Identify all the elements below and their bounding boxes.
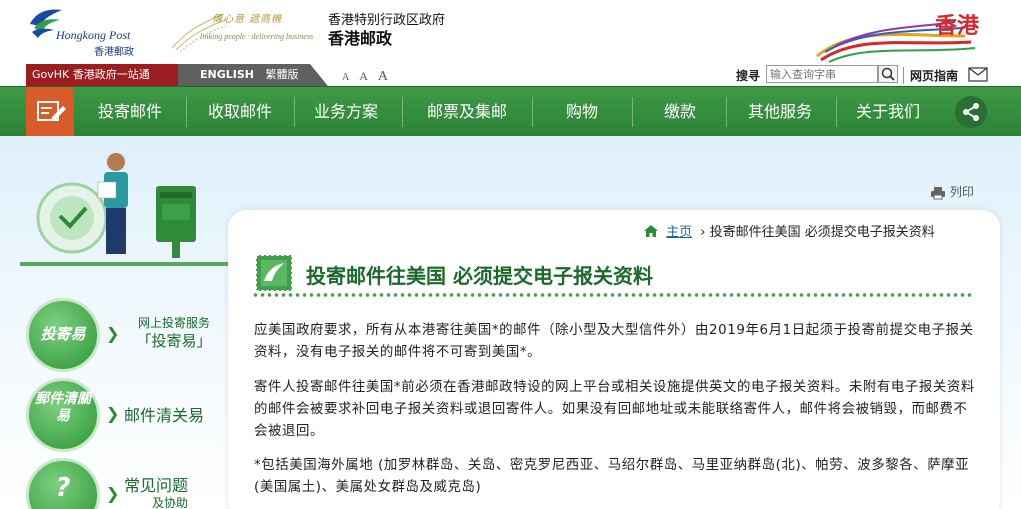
hero-divider	[20, 262, 230, 266]
customs-badge-text: 郵件清關易	[35, 391, 91, 424]
brand-hk-text: 香港	[934, 14, 979, 39]
printer-icon	[931, 186, 945, 199]
site-header: Hongkong Post 香港郵政 傳心意 遞商機 linking peopl…	[0, 0, 1021, 66]
hero-illustration	[20, 140, 230, 266]
faq-badge: ?	[26, 458, 100, 509]
gov-title-line2: 香港邮政	[328, 29, 393, 48]
edit-icon	[37, 101, 66, 121]
easy-post-text: 网上投寄服务 「投寄易」	[124, 314, 224, 350]
lang-traditional-link[interactable]: 繁體版	[265, 68, 298, 81]
search-button[interactable]	[878, 65, 898, 83]
gov-title-line1: 香港特别行政区政府	[328, 13, 446, 28]
nav-about-us[interactable]: 关于我们	[840, 87, 936, 137]
nav-separator	[726, 97, 727, 127]
nav-separator	[186, 97, 187, 127]
easy-post-badge-text: 投寄易	[40, 325, 86, 343]
easy-post-badge: 投寄易	[26, 298, 100, 372]
chevron-right-icon: ❯	[106, 484, 120, 503]
postman-illustration-icon	[36, 153, 196, 258]
logo-chinese-text: 香港郵政	[94, 47, 134, 58]
easy-post-line1: 网上投寄服务	[137, 316, 210, 330]
nav-post-mail[interactable]: 投寄邮件	[80, 87, 180, 137]
nav-separator	[402, 97, 403, 127]
sidebar-item-easy-post[interactable]: 投寄易 ❯ 网上投寄服务 「投寄易」	[26, 298, 236, 372]
print-label: 列印	[949, 185, 974, 199]
sidebar-item-faq[interactable]: ? ❯ 常见问题 及协助	[26, 458, 236, 509]
nav-business-solutions[interactable]: 业务方案	[296, 87, 396, 137]
search-input[interactable]	[766, 65, 878, 83]
nav-shopping[interactable]: 购物	[536, 87, 628, 137]
nav-home-button[interactable]	[26, 87, 74, 137]
faq-badge-text: ?	[55, 473, 71, 503]
breadcrumb-separator: ›	[700, 225, 706, 240]
lang-english-link[interactable]: ENGLISH	[200, 68, 254, 81]
breadcrumb-current: 投寄邮件往美国 必须提交电子报关资料	[709, 225, 935, 240]
slogan-english: linking people · delivering business	[200, 32, 314, 41]
government-title: 香港特别行政区政府 香港邮政	[328, 12, 445, 48]
search-label: 搜寻	[736, 69, 761, 83]
paragraph-3: *包括美国海外属地 (加罗林群岛、关岛、密克罗尼西亚、马绍尔群岛、马里亚纳群岛(…	[254, 458, 970, 495]
share-icon	[963, 103, 979, 121]
stamp-icon	[255, 254, 293, 292]
customs-badge: 郵件清關易	[26, 378, 100, 452]
govhk-link[interactable]: GovHK 香港政府一站通	[26, 64, 178, 86]
font-size-controls: A A A	[342, 67, 394, 85]
sitemap-link[interactable]: 网页指南	[903, 67, 958, 84]
nav-separator	[836, 97, 837, 127]
home-icon	[644, 225, 658, 237]
nav-receive-mail[interactable]: 收取邮件	[190, 87, 290, 137]
faq-text-line1: 常见问题	[124, 476, 189, 495]
font-small-button[interactable]: A	[342, 72, 349, 83]
slogan: 傳心意 遞商機 linking people · delivering busi…	[168, 4, 318, 56]
page-title: 投寄邮件往美国 必须提交电子报关资料	[306, 264, 653, 288]
font-medium-button[interactable]: A	[359, 69, 368, 83]
easy-post-line2: 「投寄易」	[136, 332, 212, 350]
nav-separator	[294, 97, 295, 127]
slogan-chinese: 傳心意 遞商機	[212, 14, 283, 25]
customs-text: 邮件清关易	[124, 406, 205, 425]
paragraph-1: 应美国政府要求，所有从本港寄往美国*的邮件（除小型及大型信件外）由2019年6月…	[254, 323, 974, 360]
breadcrumb: 主页 › 投寄邮件往美国 必须提交电子报关资料	[644, 221, 935, 240]
font-large-button[interactable]: A	[378, 69, 388, 84]
share-button[interactable]	[955, 96, 987, 128]
nav-payment[interactable]: 缴款	[636, 87, 724, 137]
chevron-right-icon: ❯	[106, 404, 120, 423]
title-dotted-divider	[252, 292, 974, 298]
paragraph-2: 寄件人投寄邮件往美国*前必须在香港邮政特设的网上平台或相关设施提供英文的电子报关…	[254, 380, 975, 439]
faq-text-line2: 及协助	[152, 496, 189, 509]
utility-bar: GovHK 香港政府一站通 ENGLISH 繁體版 A A A 搜寻 网页指南	[0, 64, 1021, 86]
nav-other-services[interactable]: 其他服务	[730, 87, 830, 137]
print-link[interactable]: 列印	[930, 183, 974, 200]
mail-icon[interactable]	[968, 67, 988, 82]
sidebar-item-customs[interactable]: 郵件清關易 ❯ 邮件清关易	[26, 378, 236, 452]
main-navigation: 投寄邮件 收取邮件 业务方案 邮票及集邮 购物 缴款 其他服务 关于我们	[0, 86, 1021, 137]
search-icon	[881, 67, 895, 81]
nav-separator	[532, 97, 533, 127]
nav-stamps[interactable]: 邮票及集邮	[406, 87, 528, 137]
breadcrumb-home-link[interactable]: 主页	[666, 225, 692, 240]
brand-hong-kong-logo: 香港	[815, 6, 995, 64]
language-switcher: ENGLISH 繁體版	[178, 64, 328, 86]
nav-separator	[632, 97, 633, 127]
chevron-right-icon: ❯	[106, 324, 120, 343]
hongkong-post-logo[interactable]: Hongkong Post 香港郵政	[26, 6, 156, 58]
logo-english-text: Hongkong Post	[56, 28, 131, 42]
